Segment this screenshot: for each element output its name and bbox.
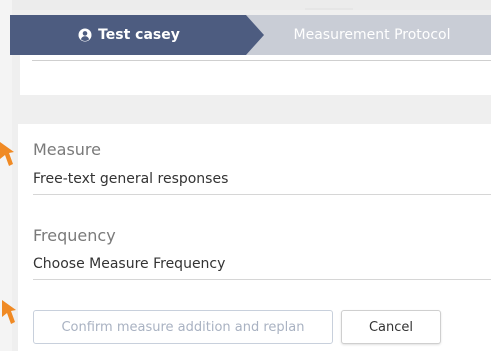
breadcrumb: Test casey Measurement Protocol (10, 15, 491, 55)
frequency-label: Frequency (33, 226, 116, 245)
measure-select[interactable]: Free-text general responses (33, 171, 228, 187)
frequency-select[interactable]: Choose Measure Frequency (33, 256, 225, 272)
breadcrumb-next-label: Measurement Protocol (293, 27, 451, 43)
breadcrumb-active-label: Test casey (98, 27, 180, 43)
frequency-field-underline (33, 279, 491, 280)
breadcrumb-step-active[interactable]: Test casey (10, 15, 264, 55)
confirm-button[interactable]: Confirm measure addition and replan (33, 310, 333, 344)
top-accent (305, 8, 353, 10)
pointer-arrow-icon (0, 142, 14, 166)
upper-panel-divider (32, 60, 491, 61)
measure-field-underline (33, 194, 491, 195)
upper-panel (20, 55, 491, 95)
screen: Test casey Measurement Protocol Measure … (0, 0, 491, 351)
top-edge (12, 0, 491, 10)
cancel-button[interactable]: Cancel (341, 310, 441, 344)
user-circle-icon (78, 28, 92, 42)
measure-label: Measure (33, 140, 101, 159)
breadcrumb-step-active-content: Test casey (78, 27, 180, 43)
breadcrumb-step-next[interactable]: Measurement Protocol (272, 15, 472, 55)
pointer-arrow-icon (2, 300, 16, 324)
